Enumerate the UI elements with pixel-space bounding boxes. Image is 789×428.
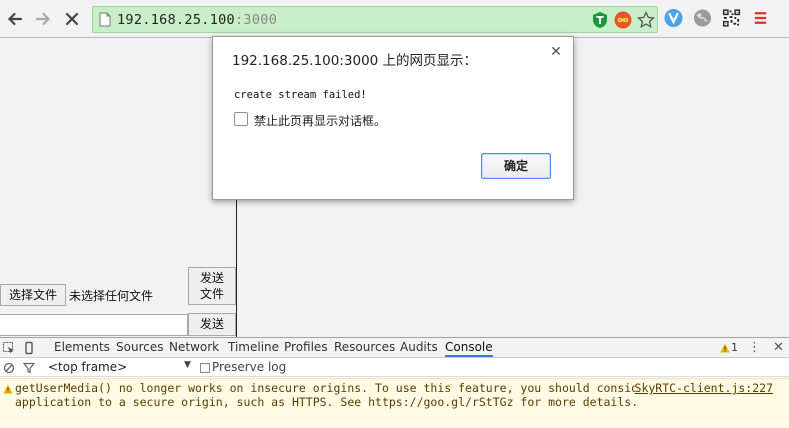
chevron-down-icon[interactable]: ▼ <box>184 360 191 370</box>
tab-resources[interactable]: Resources <box>334 340 395 354</box>
suppress-dialogs-checkbox[interactable] <box>234 112 248 126</box>
console-warning-message: getUserMedia() no longer works on insecu… <box>0 378 789 428</box>
shield-extension-icon <box>592 11 607 28</box>
stop-icon <box>65 12 79 26</box>
filter-icon[interactable] <box>23 362 35 374</box>
address-bar[interactable]: 192.168.25.100:3000 <box>92 6 658 33</box>
dialog-title: 192.168.25.100:3000 上的网页显示： <box>232 53 478 69</box>
tab-profiles[interactable]: Profiles <box>284 340 328 354</box>
page-icon <box>99 12 111 27</box>
close-icon[interactable]: ✕ <box>773 340 784 355</box>
warning-count: 1 <box>731 341 738 354</box>
frame-select[interactable]: <top frame> <box>48 360 127 374</box>
tab-network[interactable]: Network <box>169 340 219 354</box>
send-file-button-line1: 发送 <box>199 271 224 285</box>
stop-button[interactable] <box>60 7 84 31</box>
devtools-window-controls: ⋮ ✕ <box>748 340 784 355</box>
url-port: :3000 <box>235 12 278 28</box>
infinity-extension-button[interactable] <box>613 10 632 29</box>
tab-timeline[interactable]: Timeline <box>228 340 279 354</box>
tab-audits[interactable]: Audits <box>400 340 438 354</box>
url-host: 192.168.25.100 <box>117 12 235 28</box>
globe-extension-button[interactable] <box>693 8 712 27</box>
preserve-log-label: Preserve log <box>212 360 287 374</box>
send-file-button-line2: 文件 <box>199 287 224 301</box>
vivaldi-extension-icon <box>664 8 683 27</box>
bookmark-star-button[interactable] <box>636 10 655 29</box>
back-icon <box>7 12 23 26</box>
dialog-message: create stream failed! <box>234 89 367 101</box>
menu-icon <box>754 11 767 24</box>
devtools-panel: Elements Sources Network Timeline Profil… <box>0 337 789 428</box>
tab-elements[interactable]: Elements <box>54 340 110 354</box>
dialog-close-button[interactable]: ✕ <box>549 45 563 59</box>
console-source-link[interactable]: SkyRTC-client.js:227 <box>634 381 773 395</box>
forward-icon <box>35 12 51 26</box>
qr-code-button[interactable] <box>722 8 741 27</box>
chat-panel: 发送 文件 选择文件 未选择任何文件 发送 <box>0 39 237 337</box>
choose-file-button[interactable]: 选择文件 <box>0 284 66 306</box>
devtools-tab-bar: Elements Sources Network Timeline Profil… <box>0 338 789 358</box>
shield-extension-button[interactable] <box>590 10 609 29</box>
alert-dialog: 192.168.25.100:3000 上的网页显示： ✕ create str… <box>212 36 574 200</box>
preserve-log-checkbox[interactable] <box>200 363 210 373</box>
omnibox-icons <box>590 10 655 29</box>
extension-icons <box>664 8 770 27</box>
inspect-element-icon[interactable] <box>2 341 16 355</box>
warning-icon <box>3 384 13 394</box>
globe-extension-icon <box>693 8 712 27</box>
console-filter-bar: <top frame> ▼ Preserve log <box>0 359 789 377</box>
tab-sources[interactable]: Sources <box>116 340 163 354</box>
clear-console-icon[interactable] <box>3 362 15 374</box>
no-file-chosen-label: 未选择任何文件 <box>69 289 154 303</box>
menu-button[interactable] <box>751 8 770 27</box>
close-icon: ✕ <box>550 44 562 60</box>
infinity-extension-icon <box>614 11 631 28</box>
star-icon <box>636 10 655 28</box>
send-file-button[interactable]: 发送 文件 <box>188 267 236 305</box>
warning-icon <box>720 343 730 352</box>
back-button[interactable] <box>3 7 27 31</box>
ok-button[interactable]: 确定 <box>481 153 551 179</box>
send-button[interactable]: 发送 <box>188 313 236 336</box>
suppress-dialogs-label: 禁止此页再显示对话框。 <box>254 114 387 128</box>
qr-code-icon <box>722 8 741 27</box>
device-mode-icon[interactable] <box>22 341 36 355</box>
url-text: 192.168.25.100:3000 <box>117 12 277 28</box>
message-input[interactable] <box>0 314 188 336</box>
browser-toolbar: 192.168.25.100:3000 <box>0 0 789 38</box>
forward-button[interactable] <box>31 7 55 31</box>
tab-console[interactable]: Console <box>445 340 493 357</box>
warning-counter[interactable]: 1 <box>720 341 738 354</box>
more-icon[interactable]: ⋮ <box>748 340 761 355</box>
vivaldi-extension-button[interactable] <box>664 8 683 27</box>
